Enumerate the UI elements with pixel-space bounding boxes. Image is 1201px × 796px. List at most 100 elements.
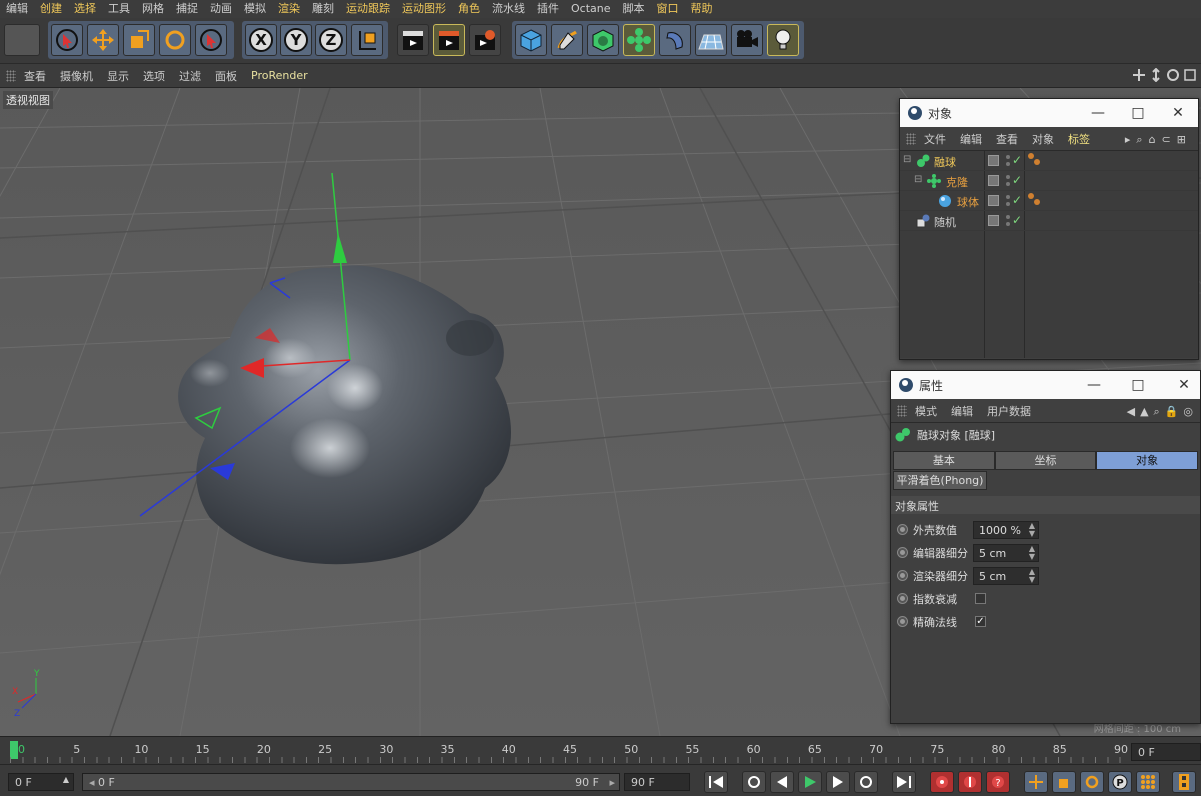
am-menu-mode[interactable]: 模式 — [915, 403, 937, 419]
key-param-button[interactable]: P — [1108, 771, 1132, 793]
key-position-button[interactable] — [1024, 771, 1048, 793]
layer-swatch[interactable] — [988, 175, 999, 186]
preview-range-slider[interactable]: ◂ 0 F 90 F ▸ — [82, 773, 620, 791]
om-menu-file[interactable]: 文件 — [924, 131, 946, 147]
grip-handle-icon[interactable] — [906, 132, 916, 145]
menu-pipeline[interactable]: 流水线 — [486, 0, 531, 18]
next-keyframe-button[interactable] — [854, 771, 878, 793]
menu-select[interactable]: 选择 — [68, 0, 102, 18]
tab-object[interactable]: 对象 — [1096, 451, 1199, 470]
key-scale-button[interactable] — [1052, 771, 1076, 793]
maximize-view-icon[interactable] — [1183, 68, 1197, 82]
om-menu-tags[interactable]: 标签 — [1068, 131, 1090, 147]
viewport-menu-panel[interactable]: 面板 — [215, 68, 237, 84]
animate-radio-icon[interactable] — [897, 547, 908, 558]
om-toolbar-icons[interactable]: ▸⌕⌂⊂⊞ — [1125, 133, 1192, 147]
render-settings-button[interactable] — [469, 24, 501, 56]
render-view-button[interactable] — [397, 24, 429, 56]
grip-handle-icon[interactable] — [897, 404, 907, 417]
live-select-button[interactable] — [51, 24, 83, 56]
enabled-checkmark-icon[interactable]: ✓ — [1012, 153, 1022, 167]
timeline-layout-button[interactable] — [1172, 771, 1196, 793]
layer-swatch[interactable] — [988, 195, 999, 206]
om-menu-view[interactable]: 查看 — [996, 131, 1018, 147]
object-row-cloner[interactable]: ⊟ 克隆 ✓ — [900, 171, 1198, 191]
viewport-menu-cameras[interactable]: 摄像机 — [60, 68, 93, 84]
x-axis-lock-button[interactable]: X — [245, 24, 277, 56]
y-axis-lock-button[interactable]: Y — [280, 24, 312, 56]
menu-sculpt[interactable]: 雕刻 — [306, 0, 340, 18]
viewport-menu-display[interactable]: 显示 — [107, 68, 129, 84]
object-row-random[interactable]: 随机 ✓ — [900, 211, 1198, 231]
om-menu-edit[interactable]: 编辑 — [960, 131, 982, 147]
dolly-icon[interactable] — [1149, 68, 1163, 82]
pen-spline-button[interactable] — [551, 24, 583, 56]
menu-script[interactable]: 脚本 — [617, 0, 651, 18]
accurate-normals-checkbox[interactable]: ✓ — [975, 616, 986, 627]
close-button[interactable]: ✕ — [1158, 99, 1198, 127]
am-menu-userdata[interactable]: 用户数据 — [987, 403, 1031, 419]
animate-radio-icon[interactable] — [897, 570, 908, 581]
object-name-sphere[interactable]: 球体 — [957, 194, 979, 210]
enabled-checkmark-icon[interactable]: ✓ — [1012, 193, 1022, 207]
menu-create[interactable]: 创建 — [34, 0, 68, 18]
timeline-ruler[interactable]: 0 5 10 15 20 25 30 35 40 45 50 55 60 65 70 75 80 85 90 0 F — [0, 736, 1201, 764]
deformer-button[interactable] — [659, 24, 691, 56]
pan-icon[interactable] — [1132, 68, 1146, 82]
camera-button[interactable] — [731, 24, 763, 56]
play-button[interactable] — [798, 771, 822, 793]
end-frame-field[interactable]: 90 F — [624, 773, 690, 791]
grip-handle-icon[interactable] — [6, 69, 16, 82]
am-menu-edit[interactable]: 编辑 — [951, 403, 973, 419]
menu-snap[interactable]: 捕捉 — [170, 0, 204, 18]
menu-window[interactable]: 窗口 — [651, 0, 685, 18]
rotate-tool-button[interactable] — [159, 24, 191, 56]
menu-animate[interactable]: 动画 — [204, 0, 238, 18]
scale-tool-button[interactable] — [123, 24, 155, 56]
object-name-cloner[interactable]: 克隆 — [946, 174, 968, 190]
menu-edit[interactable]: 编辑 — [0, 0, 34, 18]
z-axis-lock-button[interactable]: Z — [315, 24, 347, 56]
render-subdivision-field[interactable]: 5 cm ▲ ▼ — [973, 566, 1039, 585]
minimize-button[interactable]: — — [1074, 371, 1114, 399]
object-row-sphere[interactable]: 球体 ✓ — [900, 191, 1198, 211]
animate-radio-icon[interactable] — [897, 593, 908, 604]
viewport-menu-view[interactable]: 查看 — [24, 68, 46, 84]
autokey-button[interactable] — [958, 771, 982, 793]
tab-coord[interactable]: 坐标 — [994, 451, 1097, 470]
animate-radio-icon[interactable] — [897, 616, 908, 627]
recent-tool-button[interactable] — [195, 24, 227, 56]
om-menu-objects[interactable]: 对象 — [1032, 131, 1054, 147]
menu-help[interactable]: 帮助 — [685, 0, 719, 18]
mograph-cloner-button[interactable] — [623, 24, 655, 56]
maximize-button[interactable]: □ — [1118, 99, 1158, 127]
tab-phong[interactable]: 平滑着色(Phong) — [893, 471, 987, 490]
phong-tag-icon[interactable] — [1028, 153, 1042, 167]
undo-button[interactable] — [4, 24, 40, 56]
close-button[interactable]: ✕ — [1164, 371, 1201, 399]
layer-swatch[interactable] — [988, 155, 999, 166]
key-pla-button[interactable] — [1136, 771, 1160, 793]
menu-render[interactable]: 渲染 — [272, 0, 306, 18]
record-button[interactable] — [930, 771, 954, 793]
menu-character[interactable]: 角色 — [452, 0, 486, 18]
attribute-manager-titlebar[interactable]: 属性 — □ ✕ — [891, 371, 1200, 399]
next-frame-button[interactable] — [826, 771, 850, 793]
editor-subdivision-field[interactable]: 5 cm ▲ ▼ — [973, 543, 1039, 562]
goto-end-button[interactable] — [892, 771, 916, 793]
viewport-menu-filter[interactable]: 过滤 — [179, 68, 201, 84]
viewport-menu-options[interactable]: 选项 — [143, 68, 165, 84]
layer-swatch[interactable] — [988, 215, 999, 226]
menu-tools[interactable]: 工具 — [102, 0, 136, 18]
orbit-icon[interactable] — [1166, 68, 1180, 82]
key-rotation-button[interactable] — [1080, 771, 1104, 793]
phong-tag-icon[interactable] — [1028, 193, 1042, 207]
render-to-picture-viewer-button[interactable] — [433, 24, 465, 56]
prev-frame-button[interactable] — [770, 771, 794, 793]
maximize-button[interactable]: □ — [1118, 371, 1158, 399]
menu-mograph[interactable]: 运动图形 — [396, 0, 452, 18]
menu-simulate[interactable]: 模拟 — [238, 0, 272, 18]
object-manager-titlebar[interactable]: 对象 — □ ✕ — [900, 99, 1198, 127]
exponential-falloff-checkbox[interactable] — [975, 593, 986, 604]
start-frame-field[interactable]: 0 F ▲ — [8, 773, 74, 791]
